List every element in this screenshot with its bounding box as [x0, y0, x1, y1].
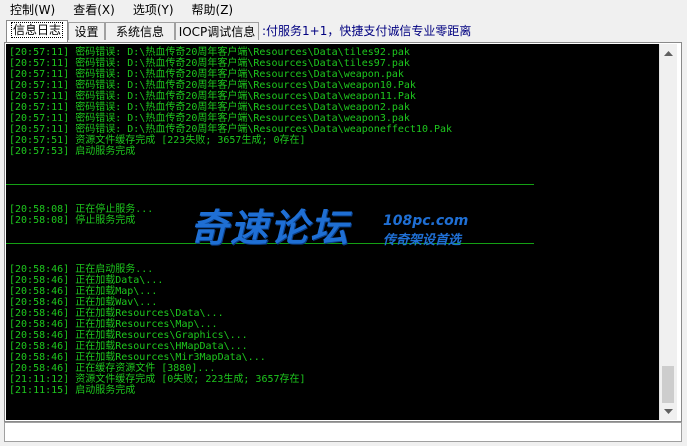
- tab-system-info-label: 系统信息: [115, 25, 164, 39]
- log-line: [20:58:46] 正在加载Resources\Map\...: [9, 319, 218, 330]
- menu-bar: 控制(W) 查看(X) 选项(Y) 帮助(Z): [0, 0, 687, 20]
- vertical-scrollbar[interactable]: [659, 44, 677, 420]
- tab-iocp-debug[interactable]: IOCP调试信息: [175, 22, 259, 40]
- log-line: [20:57:53] 启动服务完成: [9, 146, 136, 157]
- command-input[interactable]: [4, 422, 682, 442]
- log-line: [20:58:46] 正在加载Resources\Mir3MapData\...: [9, 352, 266, 363]
- log-line: [20:58:08] 正在停止服务...: [9, 204, 154, 215]
- tab-system-info[interactable]: 系统信息: [105, 22, 175, 40]
- up-arrow-icon: [664, 50, 673, 56]
- log-line: [20:57:11] 密码错误: D:\热血传奇20周年客户端\Resource…: [9, 58, 410, 69]
- tab-settings[interactable]: 设置: [68, 22, 105, 40]
- scroll-down-button[interactable]: [660, 403, 677, 420]
- log-output[interactable]: [20:57:11] 密码错误: D:\热血传奇20周年客户端\Resource…: [6, 44, 659, 420]
- log-line: [20:58:46] 正在加载Data\...: [9, 275, 164, 286]
- menu-control[interactable]: 控制(W): [0, 0, 63, 20]
- tab-iocp-debug-label: IOCP调试信息: [178, 25, 256, 39]
- tab-info-log-label: 信息日志: [10, 22, 63, 38]
- tab-settings-label: 设置: [74, 25, 99, 39]
- log-separator: [6, 184, 534, 185]
- log-separator: [6, 243, 534, 244]
- log-line: [20:57:11] 密码错误: D:\热血传奇20周年客户端\Resource…: [9, 47, 410, 58]
- scroll-thumb[interactable]: [662, 366, 674, 406]
- log-line: [20:58:46] 正在加载Resources\Data\...: [9, 308, 224, 319]
- menu-view[interactable]: 查看(X): [63, 0, 123, 20]
- log-line: [20:58:46] 正在加载Map\...: [9, 286, 158, 297]
- log-line: [20:57:11] 密码错误: D:\热血传奇20周年客户端\Resource…: [9, 124, 453, 135]
- log-line: [21:11:15] 启动服务完成: [9, 385, 136, 396]
- log-line: [20:58:46] 正在加载Resources\Graphics\...: [9, 330, 248, 341]
- scroll-up-button[interactable]: [660, 44, 677, 61]
- log-line: [20:57:11] 密码错误: D:\热血传奇20周年客户端\Resource…: [9, 69, 404, 80]
- log-line: [20:58:08] 停止服务完成: [9, 215, 136, 226]
- log-line: [21:11:12] 资源文件缓存完成 [0失败; 223生成; 3657存在]: [9, 374, 306, 385]
- log-line: [20:57:11] 密码错误: D:\热血传奇20周年客户端\Resource…: [9, 80, 416, 91]
- down-arrow-icon: [664, 408, 673, 414]
- log-line: [20:58:46] 正在加载Resources\HMapData\...: [9, 341, 248, 352]
- tab-info-log[interactable]: 信息日志: [6, 20, 68, 42]
- marquee-text: :付服务1+1，快捷支付诚信专业零距离: [262, 24, 472, 38]
- log-line: [20:57:11] 密码错误: D:\热血传奇20周年客户端\Resource…: [9, 102, 410, 113]
- log-line: [20:57:51] 资源文件缓存完成 [223失败; 3657生成; 0存在]: [9, 135, 306, 146]
- log-line: [20:58:46] 正在加载Wav\...: [9, 297, 158, 308]
- log-line: [20:57:11] 密码错误: D:\热血传奇20周年客户端\Resource…: [9, 91, 416, 102]
- menu-options[interactable]: 选项(Y): [123, 0, 182, 20]
- menu-help[interactable]: 帮助(Z): [182, 0, 242, 20]
- log-line: [20:58:46] 正在启动服务...: [9, 264, 154, 275]
- log-line: [20:58:46] 正在缓存资源文件 [3880]...: [9, 363, 216, 374]
- log-line: [20:57:11] 密码错误: D:\热血传奇20周年客户端\Resource…: [9, 113, 410, 124]
